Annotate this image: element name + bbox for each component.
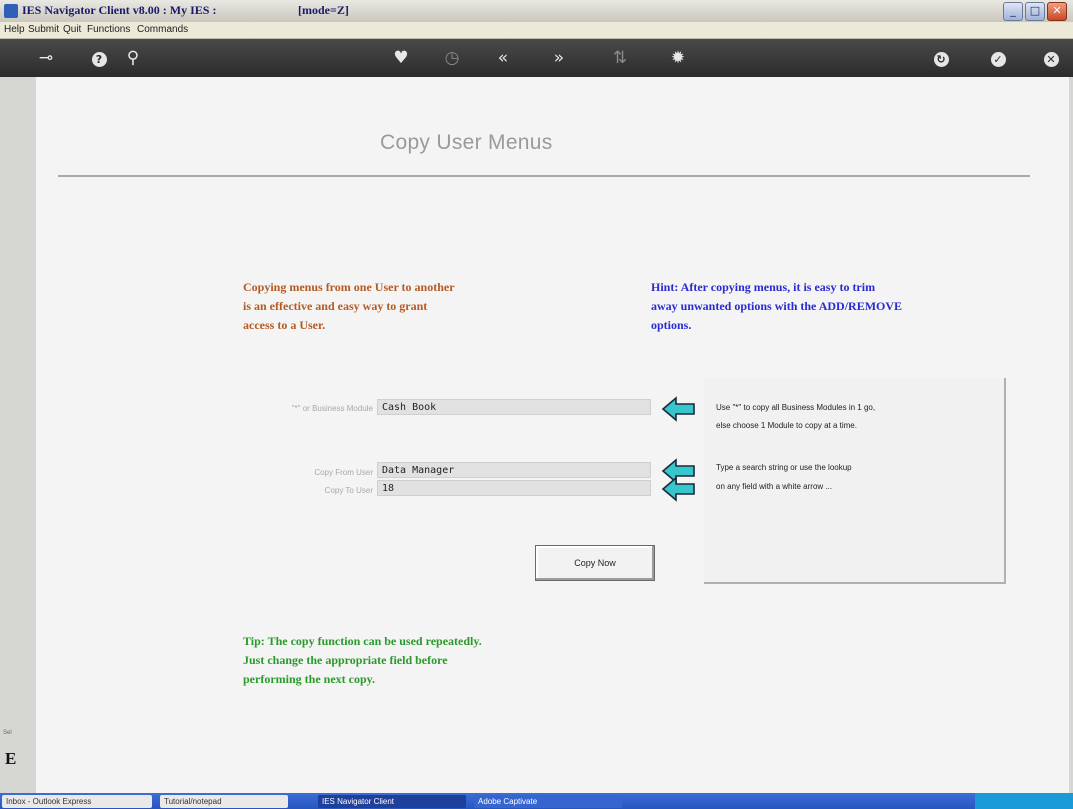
maximize-button[interactable]: □	[1025, 2, 1045, 21]
search-icon[interactable]: ⚲	[120, 46, 146, 70]
menu-quit[interactable]: Quit	[63, 24, 81, 35]
side-glyph: E	[5, 749, 17, 768]
info-line: Use "*" to copy all Business Modules in …	[716, 403, 876, 412]
side-text: Sel	[3, 730, 12, 736]
taskbar-item[interactable]: Adobe Captivate	[474, 795, 622, 808]
module-label: "*" or Business Module	[291, 404, 373, 413]
taskbar-item[interactable]: IES Navigator Client	[318, 795, 466, 808]
intro-line: Copying menus from one User to another	[243, 280, 455, 294]
info-line: on any field with a white arrow ...	[716, 482, 833, 491]
info-line: Type a search string or use the lookup	[716, 463, 852, 472]
taskbar-item[interactable]: Inbox - Outlook Express	[2, 795, 152, 808]
copy-from-user-field[interactable]: Data Manager	[377, 462, 651, 478]
lookup-arrow-icon[interactable]	[662, 396, 696, 422]
menu-functions[interactable]: Functions	[87, 24, 130, 35]
toolbar: ⊸ ? ⚲ ♥ ◷ « » ⇅ ✹ ↻ ✓ ✕	[0, 39, 1073, 77]
intro-line: access to a User.	[243, 318, 326, 332]
hint-line: away unwanted options with the ADD/REMOV…	[651, 299, 903, 313]
info-line: else choose 1 Module to copy at a time.	[716, 421, 857, 430]
window-title: IES Navigator Client v8.00 : My IES :	[22, 3, 217, 17]
tip-line: Just change the appropriate field before	[243, 653, 448, 667]
close-window-button[interactable]: ✕	[1047, 2, 1067, 21]
back-icon[interactable]: «	[490, 46, 516, 70]
copy-now-button[interactable]: Copy Now	[535, 545, 655, 581]
tip-text: Tip: The copy function can be used repea…	[243, 632, 482, 689]
key-icon[interactable]: ⊸	[33, 46, 59, 70]
sort-icon[interactable]: ⇅	[607, 46, 633, 70]
hint-line: options.	[651, 318, 692, 332]
taskbar-item[interactable]: Tutorial/notepad	[160, 795, 288, 808]
taskbar: Inbox - Outlook Express Tutorial/notepad…	[0, 793, 1073, 809]
menu-commands[interactable]: Commands	[137, 24, 188, 35]
minimize-button[interactable]: _	[1003, 2, 1023, 21]
help-icon[interactable]: ?	[86, 46, 112, 70]
title-bar: IES Navigator Client v8.00 : My IES : [m…	[0, 0, 1073, 23]
refresh-icon[interactable]: ↻	[928, 46, 954, 70]
intro-line: is an effective and easy way to grant	[243, 299, 428, 313]
left-panel	[0, 77, 36, 793]
menu-help[interactable]: Help	[4, 24, 25, 35]
tip-line: performing the next copy.	[243, 672, 375, 686]
lookup-arrow-icon[interactable]	[662, 476, 696, 502]
window-mode: [mode=Z]	[298, 3, 349, 17]
favorite-icon[interactable]: ♥	[388, 46, 414, 70]
copy-to-label: Copy To User	[324, 486, 373, 495]
system-tray	[975, 793, 1073, 809]
hint-text: Hint: After copying menus, it is easy to…	[651, 278, 902, 335]
menu-bar: Help Submit Quit Functions Commands	[0, 22, 1073, 39]
ok-icon[interactable]: ✓	[985, 46, 1011, 70]
page-title: Copy User Menus	[380, 131, 553, 154]
app-icon	[4, 4, 18, 18]
stop-icon[interactable]: ✹	[665, 46, 691, 70]
tip-line: Tip: The copy function can be used repea…	[243, 634, 482, 648]
forward-icon[interactable]: »	[546, 46, 572, 70]
title-divider	[58, 175, 1030, 177]
right-edge	[1069, 77, 1073, 793]
intro-text: Copying menus from one User to another i…	[243, 278, 455, 335]
clock-icon[interactable]: ◷	[439, 46, 465, 70]
copy-from-label: Copy From User	[314, 468, 373, 477]
menu-submit[interactable]: Submit	[28, 24, 59, 35]
cancel-icon[interactable]: ✕	[1038, 46, 1064, 70]
hint-line: Hint: After copying menus, it is easy to…	[651, 280, 876, 294]
copy-to-user-field[interactable]: 18	[377, 480, 651, 496]
business-module-field[interactable]: Cash Book	[377, 399, 651, 415]
